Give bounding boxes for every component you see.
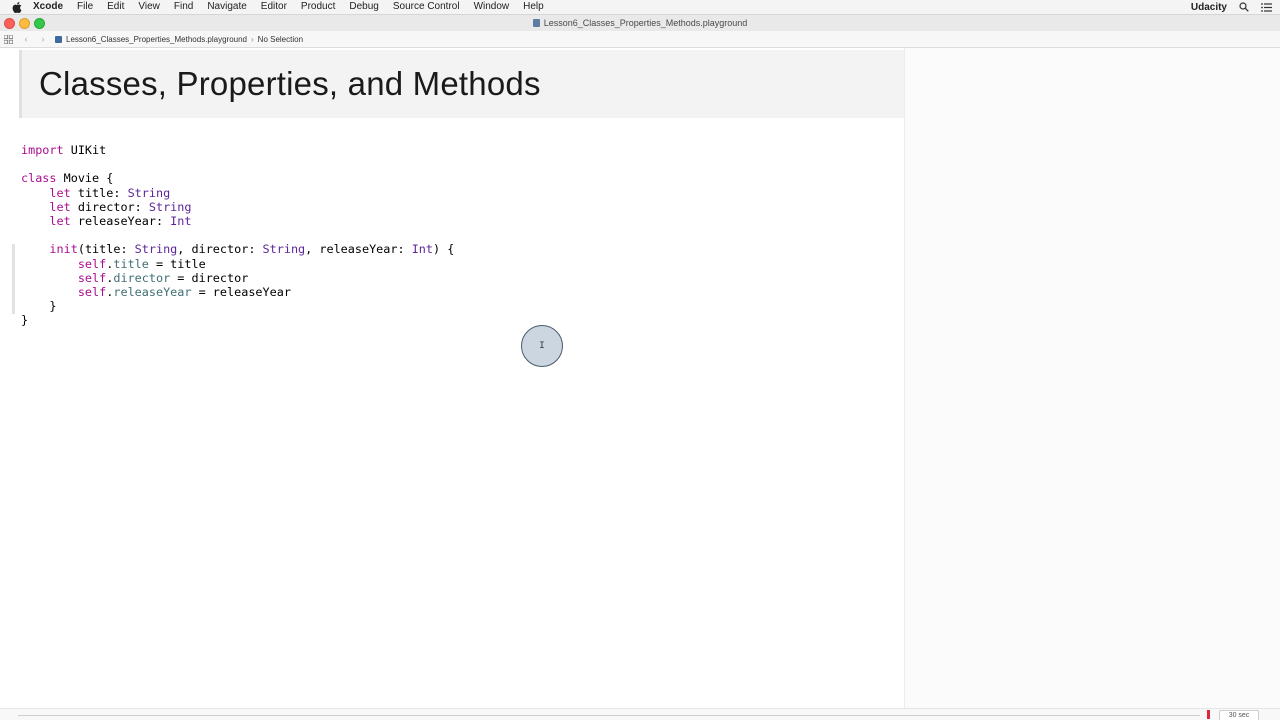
page-title: Classes, Properties, and Methods	[39, 65, 541, 102]
markup-heading-block: Classes, Properties, and Methods	[19, 50, 904, 118]
code-text: (title:	[77, 242, 135, 257]
window-minimize-button[interactable]	[19, 18, 30, 29]
jump-bar-selection[interactable]: No Selection	[258, 35, 303, 44]
menu-app-name[interactable]: Xcode	[33, 0, 70, 14]
playground-file-icon	[532, 19, 540, 27]
jump-bar-separator-icon: ›	[251, 34, 254, 44]
code-text: , director:	[177, 242, 263, 257]
code-type: String	[262, 242, 306, 257]
code-text: UIKit	[63, 143, 107, 157]
code-type: String	[127, 185, 171, 200]
code-text: }	[21, 313, 29, 328]
code-type: Int	[411, 242, 434, 257]
timeline-bar: 30 sec	[0, 708, 1280, 720]
window-close-button[interactable]	[4, 18, 15, 29]
code-text: }	[21, 299, 57, 314]
code-property: releaseYear	[113, 284, 192, 299]
code-line[interactable]: }	[21, 299, 454, 313]
code-keyword: self	[77, 256, 107, 271]
chevron-left-icon[interactable]: ‹	[22, 34, 30, 44]
xcode-window: Xcode File Edit View Find Navigate Edito…	[0, 0, 1280, 720]
code-text: director:	[70, 199, 149, 214]
window-title: Lesson6_Classes_Properties_Methods.playg…	[543, 18, 748, 28]
menu-file[interactable]: File	[70, 0, 100, 14]
mouse-cursor-highlight: I	[521, 325, 563, 367]
code-keyword: let	[49, 185, 71, 200]
menu-navigate[interactable]: Navigate	[200, 0, 253, 14]
menu-help[interactable]: Help	[516, 0, 551, 14]
timeline-slider-track[interactable]	[18, 715, 1200, 716]
code-text: = title	[148, 256, 206, 271]
code-text: , releaseYear:	[305, 242, 412, 257]
ibeam-cursor-icon: I	[539, 340, 545, 351]
source-editor[interactable]: Classes, Properties, and Methods import …	[0, 48, 904, 708]
notification-center-icon[interactable]	[1261, 2, 1272, 12]
code-text: = director	[170, 270, 249, 285]
window-controls	[4, 18, 45, 29]
udacity-brand: Udacity	[1190, 1, 1227, 13]
code-keyword: let	[49, 213, 71, 228]
menu-debug[interactable]: Debug	[342, 0, 385, 14]
code-type: String	[148, 199, 192, 214]
apple-logo-icon[interactable]	[10, 0, 24, 14]
code-text: = releaseYear	[191, 284, 291, 299]
code-keyword: let	[49, 199, 71, 214]
code-line[interactable]: let title: String	[21, 186, 454, 200]
code-keyword: self	[77, 284, 107, 299]
code-property: director	[113, 270, 171, 285]
code-type: Int	[170, 213, 192, 228]
code-text: Movie {	[56, 171, 114, 186]
menu-bar-extras: Udacity	[1191, 0, 1272, 14]
chevron-right-icon[interactable]: ›	[39, 34, 47, 44]
gutter-change-marker	[12, 244, 15, 314]
menu-view[interactable]: View	[131, 0, 167, 14]
code-line[interactable]: let releaseYear: Int	[21, 214, 454, 228]
code-line[interactable]: import UIKit	[21, 143, 454, 157]
code-property: title	[113, 256, 149, 271]
code-line[interactable]: class Movie {	[21, 171, 454, 185]
code-area[interactable]: import UIKit​class Movie { let title: St…	[21, 143, 454, 327]
menu-window[interactable]: Window	[467, 0, 517, 14]
jump-bar-file[interactable]: Lesson6_Classes_Properties_Methods.playg…	[66, 35, 247, 44]
window-title-bar: Lesson6_Classes_Properties_Methods.playg…	[0, 15, 1280, 31]
timeline-duration-label: 30 sec	[1228, 712, 1250, 719]
window-zoom-button[interactable]	[34, 18, 45, 29]
code-keyword: self	[77, 270, 107, 285]
code-line[interactable]: }	[21, 313, 454, 327]
timeline-playhead[interactable]	[1207, 710, 1210, 719]
code-line[interactable]: self.director = director	[21, 271, 454, 285]
code-keyword: init	[49, 242, 78, 257]
spotlight-search-icon[interactable]	[1239, 2, 1249, 12]
code-line[interactable]: let director: String	[21, 200, 454, 214]
menu-product[interactable]: Product	[294, 0, 342, 14]
code-keyword: import	[21, 143, 64, 157]
menu-find[interactable]: Find	[167, 0, 200, 14]
menu-editor[interactable]: Editor	[254, 0, 294, 14]
code-line[interactable]: ​	[21, 228, 454, 242]
code-line[interactable]: self.title = title	[21, 257, 454, 271]
code-keyword: class	[21, 171, 57, 186]
results-sidebar	[904, 48, 1280, 708]
code-text: ) {	[433, 242, 455, 257]
code-text: releaseYear:	[70, 213, 171, 228]
timeline-duration-stepper[interactable]: 30 sec	[1219, 710, 1259, 720]
code-type: String	[134, 242, 178, 257]
menu-edit[interactable]: Edit	[100, 0, 131, 14]
menu-bar: Xcode File Edit View Find Navigate Edito…	[0, 0, 1280, 15]
menu-source-control[interactable]: Source Control	[386, 0, 467, 14]
jump-bar: ‹ › Lesson6_Classes_Properties_Methods.p…	[0, 31, 1280, 48]
code-line[interactable]: ​	[21, 157, 454, 171]
code-line[interactable]: self.releaseYear = releaseYear	[21, 285, 454, 299]
code-line[interactable]: init(title: String, director: String, re…	[21, 242, 454, 256]
related-items-grid-icon[interactable]	[3, 34, 13, 44]
code-text: title:	[70, 185, 128, 200]
jump-bar-file-icon	[55, 35, 62, 43]
